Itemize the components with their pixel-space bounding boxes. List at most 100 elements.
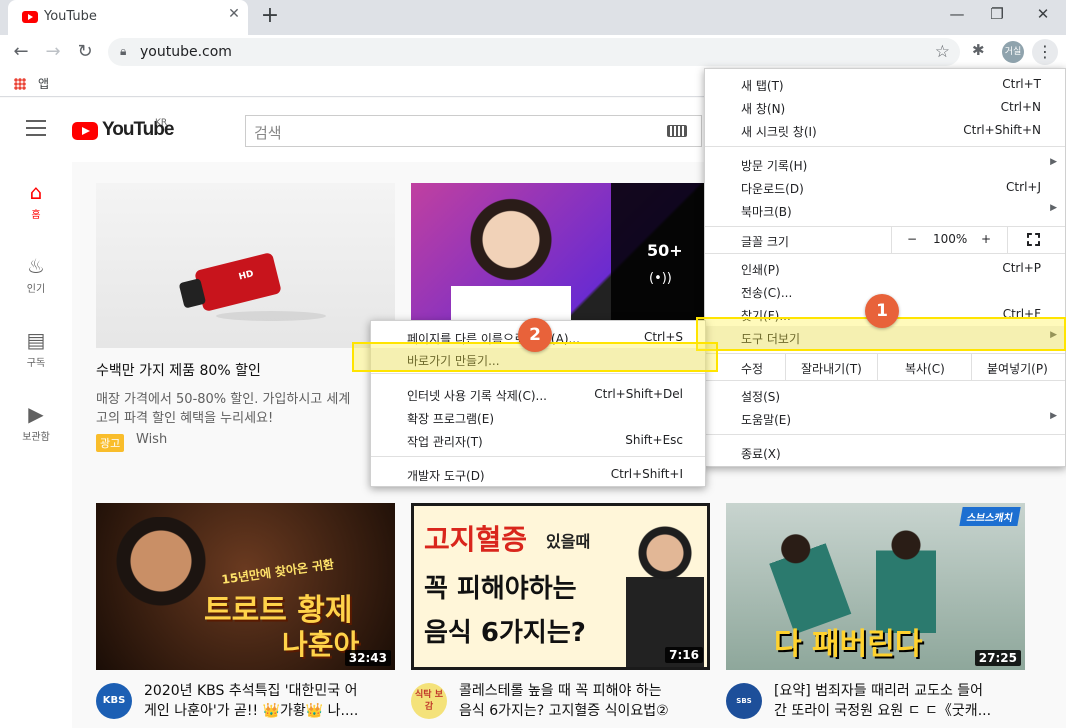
new-tab-button[interactable]: + [258,3,282,28]
tab-strip: YouTube ✕ + — ❐ ✕ [0,0,1066,35]
menu-item-help[interactable]: 도움말(E) ▶ [705,407,1065,430]
submenu-item-devtools[interactable]: 개발자 도구(D) Ctrl+Shift+I [371,463,705,486]
step-badge-1: 1 [865,294,899,328]
apps-label[interactable]: 앱 [38,75,49,92]
menu-item-exit[interactable]: 종료(X) [705,441,1065,464]
home-icon: ⌂ [29,180,43,204]
paste-button[interactable]: 붙여넣기(P) [987,360,1048,377]
menu-item-print[interactable]: 인쇄(P) Ctrl+P [705,257,1065,280]
menu-item-new-window[interactable]: 새 창(N) Ctrl+N [705,96,1065,119]
thumb2-caption-1b: 있을때 [546,532,591,551]
bookmark-star-icon[interactable]: ☆ [935,42,950,62]
lock-icon[interactable]: 🔒︎ [120,44,126,59]
extensions-puzzle-icon[interactable]: ✱ [972,41,985,59]
menu-item-history[interactable]: 방문 기록(H) ▶ [705,153,1065,176]
sidebar-label: 홈 [31,210,41,221]
submenu-item-task-manager[interactable]: 작업 관리자(T) Shift+Esc [371,429,705,452]
chevron-right-icon: ▶ [1050,157,1057,167]
zoom-value: 100% [933,232,968,246]
browser-toolbar: ← → ↻ 🔒︎ youtube.com ☆ ✱ 거실 ⋮ [0,35,1066,69]
sidebar-label: 인기 [26,284,46,295]
tab-youtube[interactable]: YouTube ✕ [8,0,248,35]
submenu-item-clear-history[interactable]: 인터넷 사용 기록 삭제(C)... Ctrl+Shift+Del [371,383,705,406]
url-text: youtube.com [140,44,232,60]
fullscreen-icon[interactable] [1027,233,1040,246]
copy-button[interactable]: 복사(C) [905,360,945,377]
camcorder-image: HD [178,251,282,313]
sidebar-label: 보관함 [22,432,50,443]
menu-item-downloads[interactable]: 다운로드(D) Ctrl+J [705,176,1065,199]
library-icon: ▶ [28,402,44,426]
sidebar-item-home[interactable]: ⌂ 홈 [0,180,72,221]
menu-edit-row: 수정 잘라내기(T) 복사(C) 붙여넣기(P) [705,354,1065,380]
maximize-icon[interactable]: ❐ [982,5,1012,27]
menu-item-incognito[interactable]: 새 시크릿 창(I) Ctrl+Shift+N [705,119,1065,142]
ad-thumbnail[interactable]: HD [96,183,395,348]
thumb3-caption-2: 다 패버린다 [774,627,923,662]
hamburger-menu-icon[interactable] [26,120,46,136]
zoom-in-button[interactable]: + [981,232,991,246]
step-badge-2: 2 [518,318,552,352]
thumb1-caption-1: 15년만에 찾아온 귀환 [220,557,335,587]
zoom-out-button[interactable]: − [907,232,917,246]
youtube-favicon-icon [22,11,38,23]
live-broadcast-icon: (•)) [649,271,672,286]
menu-item-new-tab[interactable]: 새 탭(T) Ctrl+T [705,73,1065,96]
thumb2-caption-1: 고지혈증 [424,523,528,556]
chevron-right-icon: ▶ [1050,203,1057,213]
video-title-1-line2[interactable]: 게인 나훈아'가 곧!! 👑가황👑 나.... [144,701,358,721]
cut-button[interactable]: 잘라내기(T) [801,360,862,377]
ad-channel[interactable]: Wish [136,432,167,447]
sidebar-item-library[interactable]: ▶ 보관함 [0,402,72,443]
youtube-sidebar: ⌂ 홈 ♨ 인기 ▤ 구독 ▶ 보관함 [0,162,72,728]
tab-title: YouTube [44,9,97,24]
channel-avatar[interactable]: 식탁 보감 [411,683,447,719]
ad-desc-1: 매장 가격에서 50-80% 할인. 가입하시고 세계 [96,392,351,407]
video-thumbnail-2[interactable]: 고지혈증 있을때 꼭 피해야하는 음식 6가지는? 7:16 [411,503,710,670]
video-duration: 32:43 [344,650,391,666]
camera-hd-label: HD [237,269,255,283]
country-code: KR [155,118,168,128]
search-placeholder: 검색 [254,124,282,142]
apps-grid-icon[interactable] [14,78,26,90]
video-thumbnail-3[interactable]: 스브스캐치 다 패버린다 27:25 [726,503,1025,670]
tab-close-icon[interactable]: ✕ [224,6,244,26]
minimize-icon[interactable]: — [942,5,972,27]
fire-icon: ♨ [27,254,45,278]
video-duration: 7:16 [665,647,703,663]
sidebar-item-trending[interactable]: ♨ 인기 [0,254,72,295]
profile-avatar[interactable]: 거실 [1002,41,1024,63]
video-title-1-line1[interactable]: 2020년 KBS 추석특집 '대한민국 어 [144,681,358,701]
channel-avatar[interactable]: KBS [96,683,132,719]
chevron-right-icon: ▶ [1050,411,1057,421]
video-title-3-line1[interactable]: [요약] 범죄자들 때리러 교도소 들어 [774,681,983,701]
search-input[interactable]: 검색 [245,115,702,147]
channel-avatar[interactable]: SBS Catch [726,683,762,719]
video-title-3-line2[interactable]: 간 또라이 국정원 요원 ㄷ ㄷ《굿캐... [774,701,991,721]
menu-item-settings[interactable]: 설정(S) [705,384,1065,407]
video-title-2-line2[interactable]: 음식 6가지는? 고지혈증 식이요법② [459,701,669,721]
chrome-menu-kebab-icon[interactable]: ⋮ [1032,39,1058,65]
keyboard-icon[interactable] [667,125,687,137]
reload-icon[interactable]: ↻ [72,39,98,65]
mix-count: 50+ [647,241,683,260]
menu-item-bookmarks[interactable]: 북마크(B) ▶ [705,199,1065,222]
ad-title[interactable]: 수백만 가지 제품 80% 할인 [96,361,261,381]
video-title-2-line1[interactable]: 콜레스테롤 높을 때 꼭 피해야 하는 [459,681,662,701]
chrome-menu: 새 탭(T) Ctrl+T 새 창(N) Ctrl+N 새 시크릿 창(I) Ctrl… [704,68,1066,467]
back-icon[interactable]: ← [8,39,34,65]
youtube-logo-icon[interactable] [72,122,98,140]
sidebar-item-subscriptions[interactable]: ▤ 구독 [0,328,72,369]
thumb2-caption-3: 음식 6가지는? [424,618,586,648]
thumb2-caption-2: 꼭 피해야하는 [424,574,577,604]
submenu-item-extensions[interactable]: 확장 프로그램(E) [371,406,705,429]
ad-badge: 광고 [96,434,125,452]
video-thumbnail-1[interactable]: 15년만에 찾아온 귀환 트로트 황제 나훈아 32:43 [96,503,395,670]
menu-zoom-row: 글꼴 크기 − 100% + [705,227,1065,253]
address-bar[interactable]: 🔒︎ youtube.com ☆ [108,38,960,66]
window-close-icon[interactable]: ✕ [1028,5,1058,27]
thumb3-caption-1: 스브스캐치 [959,507,1021,526]
forward-icon[interactable]: → [40,39,66,65]
edit-label: 수정 [741,362,764,376]
video-duration: 27:25 [974,650,1021,666]
